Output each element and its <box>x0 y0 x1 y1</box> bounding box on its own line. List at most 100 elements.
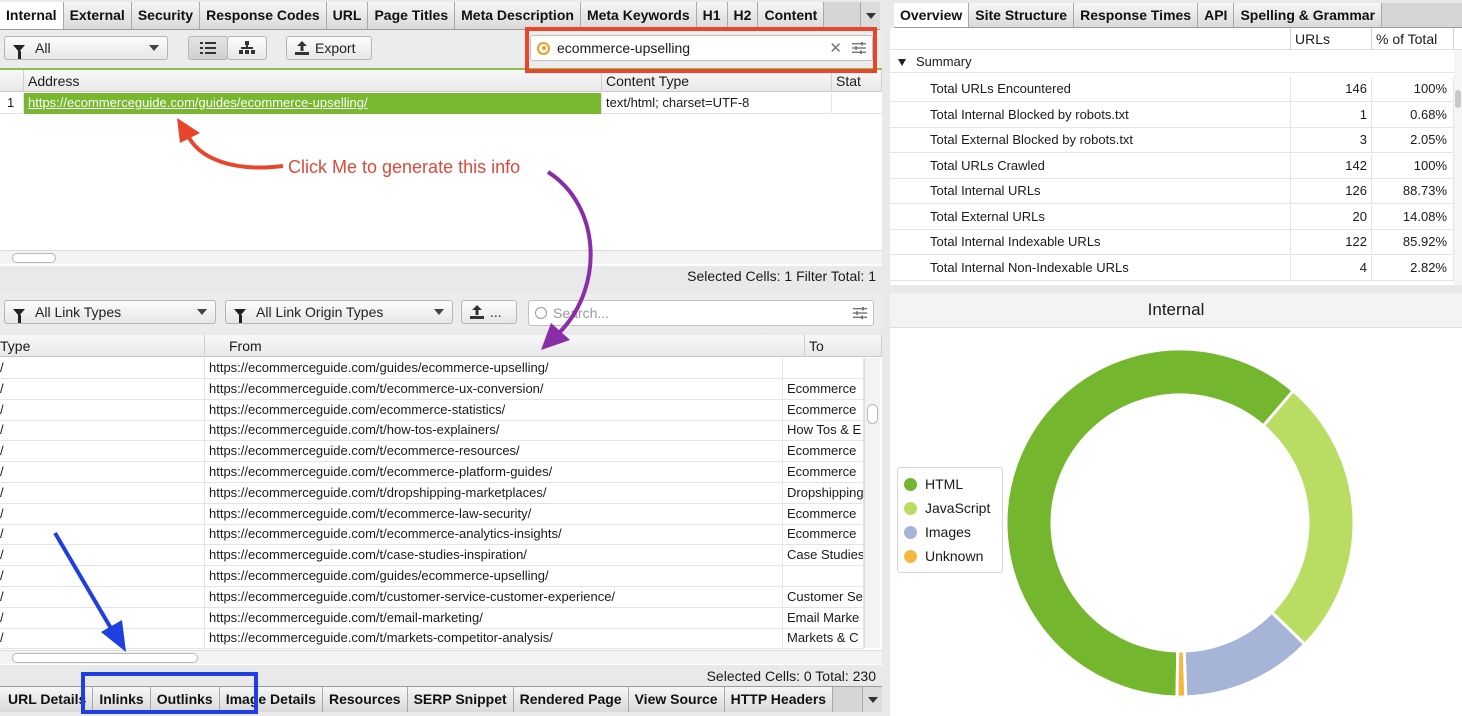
tab-response-times[interactable]: Response Times <box>1074 3 1199 27</box>
tab-overflow-button[interactable] <box>860 2 880 29</box>
col-content-type[interactable]: Content Type <box>602 70 832 92</box>
row-from[interactable]: https://ecommerceguide.com/ecommerce-sta… <box>205 399 783 421</box>
export-button[interactable]: Export <box>286 36 372 60</box>
table-row[interactable]: / https://ecommerceguide.com/t/dropshippi… <box>0 482 864 504</box>
table-row[interactable]: / https://ecommerceguide.com/t/ecommerce-… <box>0 503 864 525</box>
table-row[interactable]: / https://ecommerceguide.com/t/customer-s… <box>0 586 864 608</box>
tab-content[interactable]: Content <box>758 2 825 29</box>
bottom-export-button[interactable]: ... <box>461 300 517 324</box>
row-from[interactable]: https://ecommerceguide.com/t/markets-com… <box>205 628 783 650</box>
tab-inlinks[interactable]: Inlinks <box>93 687 151 712</box>
tab-resources[interactable]: Resources <box>322 687 408 712</box>
tab-site-structure[interactable]: Site Structure <box>969 3 1075 27</box>
row-from[interactable]: https://ecommerceguide.com/t/dropshippin… <box>205 482 783 504</box>
tree-view-button[interactable] <box>227 36 267 60</box>
table-row[interactable]: / https://ecommerceguide.com/t/how-tos-ex… <box>0 420 864 442</box>
top-horizontal-scrollbar[interactable] <box>0 250 882 264</box>
col-address[interactable]: Address <box>24 70 602 92</box>
scroll-thumb[interactable] <box>867 404 878 424</box>
settings-sliders-icon[interactable] <box>852 42 866 54</box>
row-from[interactable]: https://ecommerceguide.com/t/email-marke… <box>205 607 783 629</box>
tab-h1[interactable]: H1 <box>696 2 728 29</box>
row-from[interactable]: https://ecommerceguide.com/t/ecommerce-p… <box>205 462 783 483</box>
table-row[interactable]: / https://ecommerceguide.com/guides/ecomm… <box>0 566 864 587</box>
donut-slice-images[interactable] <box>1182 610 1307 699</box>
summary-row[interactable]: Total External URLs 20 14.08% <box>890 204 1454 230</box>
tab-page-titles[interactable]: Page Titles <box>368 2 456 29</box>
donut-slice-unknown[interactable] <box>1175 649 1188 699</box>
tab-external[interactable]: External <box>63 2 132 29</box>
tab-url-details[interactable]: URL Details <box>0 687 94 712</box>
col-from[interactable]: From <box>225 335 805 357</box>
tab-meta-description[interactable]: Meta Description <box>455 2 581 29</box>
table-row[interactable]: / https://ecommerceguide.com/t/ecommerce-… <box>0 378 864 400</box>
row-from[interactable]: https://ecommerceguide.com/t/case-studie… <box>205 545 783 567</box>
tab-h2[interactable]: H2 <box>727 2 759 29</box>
summary-row[interactable]: Total Internal Indexable URLs 122 85.92% <box>890 230 1454 255</box>
tab-security[interactable]: Security <box>131 2 201 29</box>
summary-scrollbar[interactable] <box>1454 50 1462 285</box>
clear-icon[interactable]: ✕ <box>829 39 842 57</box>
filter-dropdown[interactable]: All <box>4 36 168 60</box>
col-status[interactable]: Stat <box>832 70 882 92</box>
tab-overview[interactable]: Overview <box>894 3 970 27</box>
top-search-input[interactable]: ecommerce-upselling ✕ <box>530 35 873 61</box>
summary-row[interactable]: Total URLs Crawled 142 100% <box>890 153 1454 179</box>
bottom-horizontal-scrollbar[interactable] <box>0 650 882 664</box>
row-address[interactable]: https://ecommerceguide.com/guides/ecomme… <box>24 93 602 114</box>
tab-outlinks[interactable]: Outlinks <box>150 687 220 712</box>
tab-rendered-page[interactable]: Rendered Page <box>513 687 629 712</box>
tab-image-details[interactable]: Image Details <box>219 687 323 712</box>
tab-url[interactable]: URL <box>326 2 369 29</box>
tab-serp-snippet[interactable]: SERP Snippet <box>407 687 514 712</box>
scroll-thumb[interactable] <box>12 253 56 263</box>
row-from[interactable]: https://ecommerceguide.com/t/ecommerce-a… <box>205 524 783 546</box>
col-urls[interactable]: URLs <box>1291 28 1372 50</box>
expand-triangle-icon[interactable] <box>898 59 906 66</box>
table-row[interactable]: / https://ecommerceguide.com/t/ecommerce-… <box>0 441 864 463</box>
table-row[interactable]: / https://ecommerceguide.com/t/ecommerce-… <box>0 462 864 483</box>
summary-row[interactable]: Total Internal URLs 126 88.73% <box>890 179 1454 204</box>
list-view-button[interactable] <box>188 36 228 60</box>
row-from[interactable]: https://ecommerceguide.com/t/how-tos-exp… <box>205 420 783 442</box>
bottom-search-input[interactable]: Search... <box>528 300 874 326</box>
summary-group-row[interactable]: Summary <box>890 52 1454 73</box>
table-row[interactable]: / https://ecommerceguide.com/t/email-mark… <box>0 607 864 629</box>
row-from[interactable]: https://ecommerceguide.com/t/ecommerce-r… <box>205 441 783 463</box>
row-from[interactable]: https://ecommerceguide.com/t/ecommerce-l… <box>205 503 783 525</box>
table-row[interactable]: / https://ecommerceguide.com/t/ecommerce-… <box>0 524 864 546</box>
origin-types-dropdown[interactable]: All Link Origin Types <box>225 300 453 324</box>
table-row[interactable]: / https://ecommerceguide.com/t/case-studi… <box>0 545 864 567</box>
table-row[interactable]: / https://ecommerceguide.com/ecommerce-st… <box>0 399 864 421</box>
row-from[interactable]: https://ecommerceguide.com/t/ecommerce-u… <box>205 378 783 400</box>
col-pct[interactable]: % of Total <box>1372 28 1454 50</box>
table-row[interactable]: / https://ecommerceguide.com/guides/ecomm… <box>0 358 864 379</box>
col-to[interactable]: To <box>805 335 882 357</box>
donut-slice-javascript[interactable] <box>1261 388 1356 647</box>
tab-view-source[interactable]: View Source <box>628 687 725 712</box>
vertical-scrollbar[interactable] <box>864 358 880 648</box>
row-type: / <box>0 462 205 483</box>
table-row[interactable]: / https://ecommerceguide.com/t/markets-co… <box>0 628 864 650</box>
col-type[interactable]: Type <box>0 335 205 357</box>
tab-spelling-grammar[interactable]: Spelling & Grammar <box>1234 3 1383 27</box>
row-from[interactable]: https://ecommerceguide.com/guides/ecomme… <box>205 358 783 379</box>
row-from[interactable]: https://ecommerceguide.com/t/customer-se… <box>205 586 783 608</box>
tab-overflow-button[interactable] <box>862 687 882 712</box>
tab-api[interactable]: API <box>1198 3 1235 27</box>
scroll-thumb[interactable] <box>12 653 198 663</box>
tab-response-codes[interactable]: Response Codes <box>200 2 327 29</box>
row-to: How Tos & E <box>783 420 864 442</box>
summary-row[interactable]: Total URLs Encountered 146 100% <box>890 77 1454 102</box>
summary-row[interactable]: Total External Blocked by robots.txt 3 2.0… <box>890 128 1454 153</box>
tab-internal[interactable]: Internal <box>0 2 64 29</box>
summary-row[interactable]: Total Internal Non-Indexable URLs 4 2.82% <box>890 255 1454 281</box>
table-row[interactable]: 1 https://ecommerceguide.com/guides/ecom… <box>0 93 882 114</box>
link-types-dropdown[interactable]: All Link Types <box>4 300 216 324</box>
tab-meta-keywords[interactable]: Meta Keywords <box>580 2 697 29</box>
row-from[interactable]: https://ecommerceguide.com/guides/ecomme… <box>205 566 783 587</box>
tab-http-headers[interactable]: HTTP Headers <box>724 687 834 712</box>
settings-sliders-icon[interactable] <box>853 307 867 319</box>
summary-row[interactable]: Total Internal Blocked by robots.txt 1 0.6… <box>890 102 1454 128</box>
export-label: Export <box>315 40 356 56</box>
